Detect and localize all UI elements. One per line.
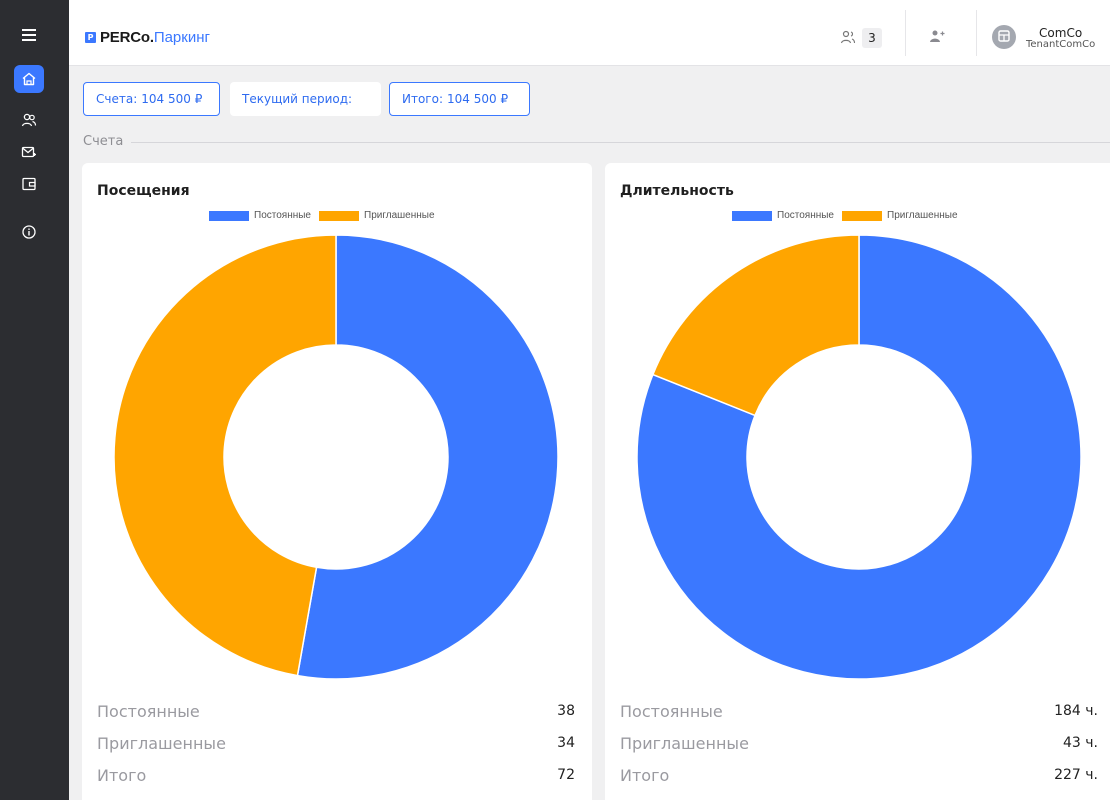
stat-value: 43 ч. [1063, 735, 1098, 751]
info-icon [21, 224, 37, 240]
wallet-icon [21, 176, 37, 192]
company-tenant: TenantComCo [1026, 39, 1096, 50]
mail-icon [21, 144, 37, 160]
header-divider [905, 10, 906, 56]
stat-label: Постоянные [97, 701, 200, 721]
company-info[interactable]: ComCo TenantComCo [1026, 27, 1095, 50]
section-title: Счета [83, 134, 124, 149]
stat-value: 184 ч. [1054, 703, 1098, 719]
users-icon [21, 112, 37, 128]
sidebar [0, 0, 69, 800]
stat-value: 38 [557, 703, 575, 719]
sidebar-item-info[interactable] [14, 218, 44, 246]
total-label: Итого: [402, 92, 443, 106]
logo-badge: P [85, 32, 96, 43]
sidebar-item-users[interactable] [14, 106, 44, 134]
stat-value: 72 [557, 767, 575, 783]
stat-row: Приглашенные 34 [97, 727, 575, 759]
logo-product: Паркинг [153, 29, 210, 46]
current-period-label: Текущий период: [242, 92, 353, 106]
accounts-value: 104 500 ₽ [141, 92, 203, 106]
duration-donut-chart [636, 234, 1082, 680]
stat-row: Итого 72 [97, 759, 575, 791]
stat-value: 34 [557, 735, 575, 751]
sidebar-item-wallet[interactable] [14, 170, 44, 198]
visits-card: Посещения Постоянные Приглашенные Постоя… [82, 163, 592, 800]
visits-donut-chart [113, 234, 559, 680]
app-header: P PERCo. Паркинг 3 ComCo TenantComCo [69, 0, 1110, 66]
stat-label: Итого [97, 765, 147, 785]
section-divider [131, 142, 1110, 143]
sidebar-item-home[interactable] [14, 65, 44, 93]
donut-slice-invited[interactable] [113, 234, 337, 677]
building-icon [997, 28, 1011, 47]
current-period-chip[interactable]: Текущий период: [230, 82, 381, 116]
stat-row: Постоянные 184 ч. [620, 695, 1098, 727]
company-avatar[interactable] [992, 25, 1016, 49]
duration-stats: Постоянные 184 ч. Приглашенные 43 ч. Ито… [620, 695, 1098, 791]
menu-button[interactable] [14, 21, 44, 49]
stat-row: Приглашенные 43 ч. [620, 727, 1098, 759]
stat-label: Приглашенные [97, 733, 226, 753]
visits-stats: Постоянные 38 Приглашенные 34 Итого 72 [97, 695, 575, 791]
add-user-icon [929, 28, 945, 47]
online-users-indicator[interactable]: 3 [840, 28, 882, 48]
stat-row: Итого 227 ч. [620, 759, 1098, 791]
stat-label: Постоянные [620, 701, 723, 721]
sidebar-item-mail[interactable] [14, 138, 44, 166]
add-user-button[interactable] [929, 28, 945, 47]
accounts-label: Счета: [96, 92, 138, 106]
app-logo[interactable]: P PERCo. Паркинг [85, 29, 210, 46]
home-icon [21, 71, 37, 87]
users-icon [840, 29, 856, 48]
users-count-badge: 3 [862, 28, 882, 48]
total-value: 104 500 ₽ [447, 92, 509, 106]
header-divider [976, 10, 977, 56]
logo-brand: PERCo. [100, 29, 154, 46]
menu-icon [21, 28, 37, 42]
accounts-chip[interactable]: Счета: 104 500 ₽ [83, 82, 220, 116]
company-name: ComCo [1039, 26, 1083, 40]
stat-label: Приглашенные [620, 733, 749, 753]
stat-label: Итого [620, 765, 670, 785]
stat-value: 227 ч. [1054, 767, 1098, 783]
stat-row: Постоянные 38 [97, 695, 575, 727]
duration-card: Длительность Постоянные Приглашенные Пос… [605, 163, 1110, 800]
total-chip[interactable]: Итого: 104 500 ₽ [389, 82, 530, 116]
